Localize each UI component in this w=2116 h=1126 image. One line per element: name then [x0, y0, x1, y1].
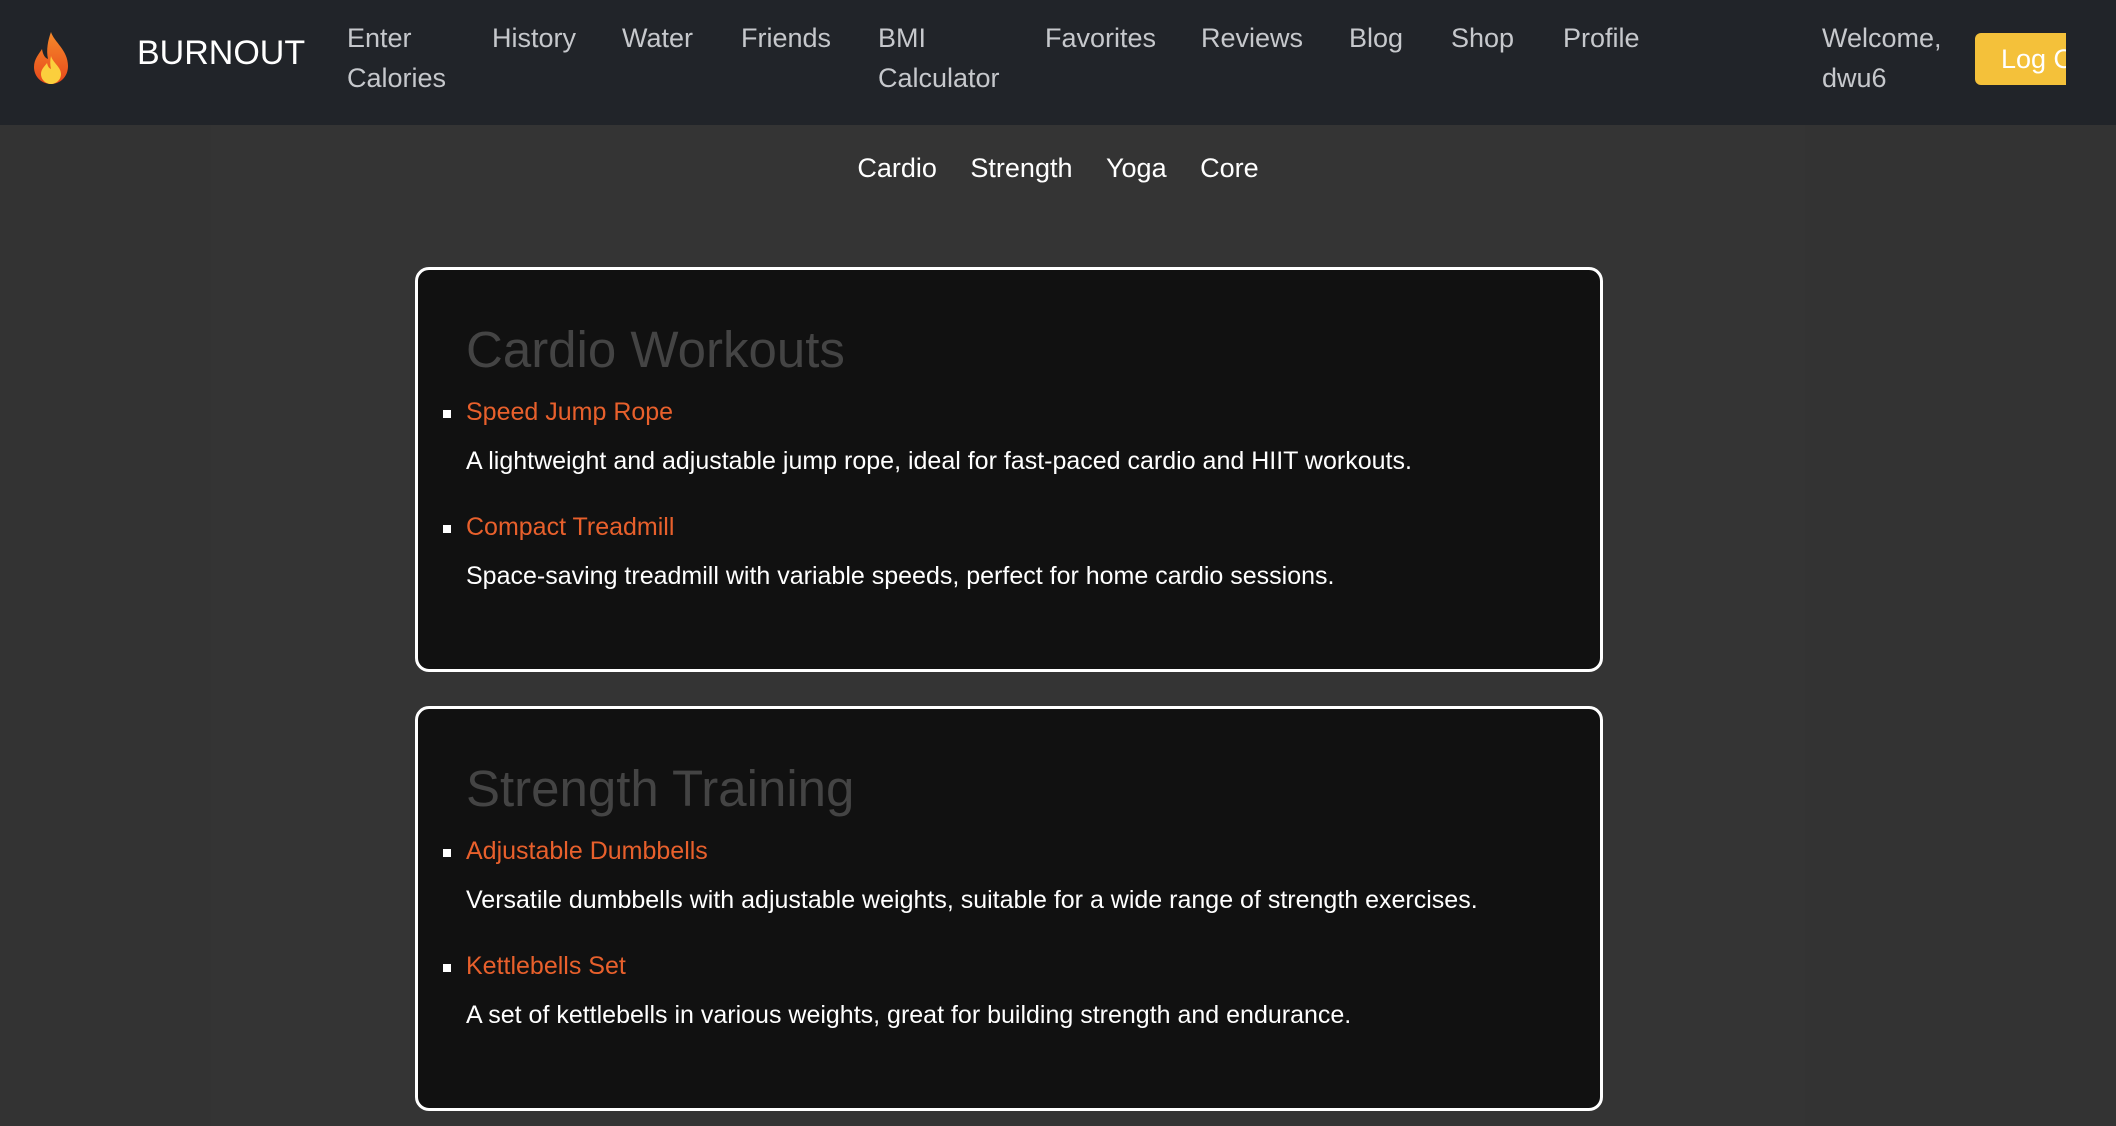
list-bullet — [443, 849, 451, 857]
subnav-core[interactable]: Core — [1200, 153, 1259, 183]
fire-icon[interactable] — [30, 30, 72, 86]
brand-name[interactable]: BURNOUT — [137, 34, 305, 73]
subnav-cardio[interactable]: Cardio — [857, 153, 937, 183]
product-link-kettlebells-set[interactable]: Kettlebells Set — [466, 952, 626, 981]
product-description: Versatile dumbbells with adjustable weig… — [466, 886, 1478, 914]
section-title: Cardio Workouts — [466, 321, 845, 378]
nav-water[interactable]: Water — [622, 18, 693, 58]
nav-blog[interactable]: Blog — [1349, 18, 1403, 58]
product-description: A set of kettlebells in various weights,… — [466, 1001, 1352, 1029]
nav-favorites[interactable]: Favorites — [1045, 18, 1156, 58]
list-bullet — [443, 410, 451, 418]
nav-bmi-calculator[interactable]: BMI Calculator — [878, 18, 1008, 98]
logout-button[interactable]: Log Out — [1975, 33, 2066, 85]
section-card-strength: Strength Training Adjustable Dumbbells V… — [415, 706, 1603, 1111]
product-description: A lightweight and adjustable jump rope, … — [466, 447, 1412, 475]
top-navbar: BURNOUT Enter Calories History Water Fri… — [0, 0, 2116, 125]
section-title: Strength Training — [466, 760, 855, 817]
nav-profile[interactable]: Profile — [1563, 18, 1640, 58]
nav-shop[interactable]: Shop — [1451, 18, 1514, 58]
welcome-user-text: Welcome, dwu6 — [1822, 23, 1942, 93]
list-bullet — [443, 525, 451, 533]
list-bullet — [443, 964, 451, 972]
subnav-strength[interactable]: Strength — [970, 153, 1072, 183]
nav-enter-calories[interactable]: Enter Calories — [347, 18, 457, 98]
nav-history[interactable]: History — [492, 18, 576, 58]
product-description: Space-saving treadmill with variable spe… — [466, 562, 1335, 590]
section-card-cardio: Cardio Workouts Speed Jump Rope A lightw… — [415, 267, 1603, 672]
product-link-compact-treadmill[interactable]: Compact Treadmill — [466, 513, 674, 542]
logout-button-container: Log Out — [1975, 33, 2066, 85]
category-subnav: Cardio Strength Yoga Core — [0, 153, 2116, 184]
product-link-speed-jump-rope[interactable]: Speed Jump Rope — [466, 398, 673, 427]
product-link-adjustable-dumbbells[interactable]: Adjustable Dumbbells — [466, 837, 708, 866]
nav-reviews[interactable]: Reviews — [1201, 18, 1303, 58]
subnav-yoga[interactable]: Yoga — [1106, 153, 1167, 183]
nav-friends[interactable]: Friends — [741, 18, 831, 58]
